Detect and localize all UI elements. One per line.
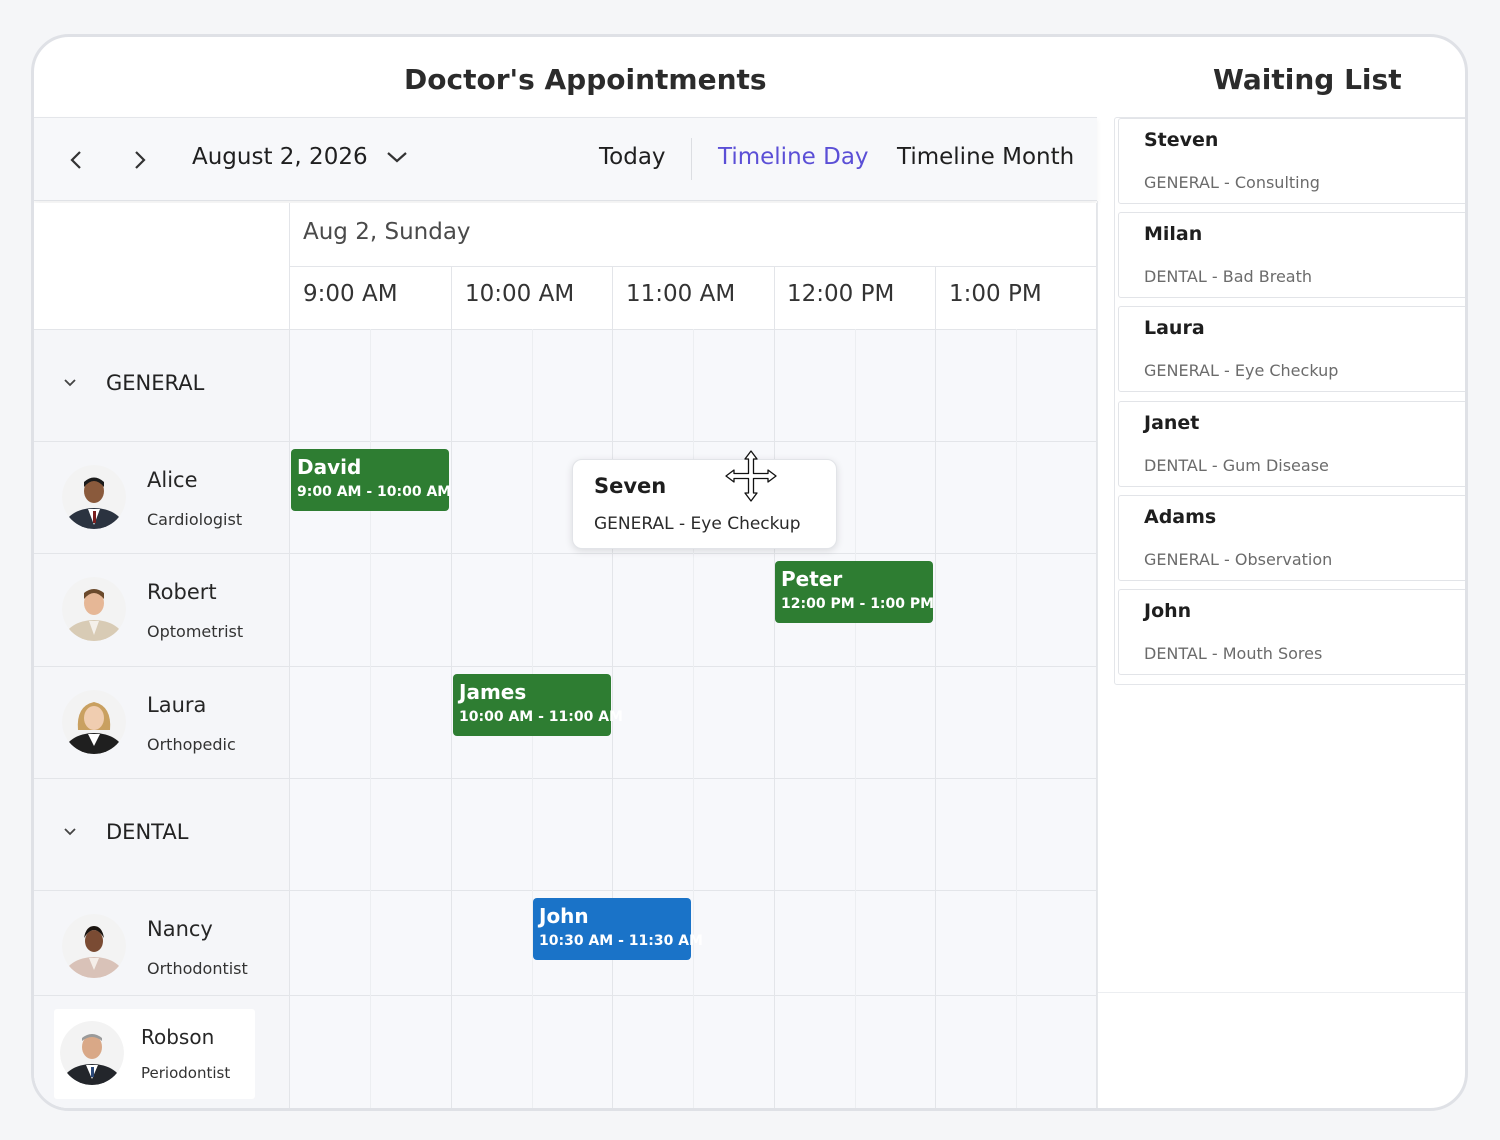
waiting-list-item[interactable]: Janet DENTAL - Gum Disease: [1118, 401, 1465, 487]
group-label: DENTAL: [106, 820, 189, 844]
waiting-patient-reason: DENTAL - Mouth Sores: [1144, 644, 1323, 663]
waiting-patient-reason: GENERAL - Consulting: [1144, 173, 1320, 192]
doctor-avatar: [62, 465, 126, 529]
appointment-james[interactable]: James 10:00 AM - 11:00 AM: [453, 674, 623, 736]
appointment-title: Peter: [781, 567, 843, 591]
appointment-john[interactable]: John 10:30 AM - 11:30 AM: [533, 898, 703, 960]
doctor-specialty: Optometrist: [147, 622, 244, 641]
date-header: Aug 2, Sunday: [303, 219, 471, 245]
waiting-patient-reason: GENERAL - Observation: [1144, 550, 1333, 569]
doctor-specialty: Cardiologist: [147, 510, 243, 529]
panel-divider: [1098, 992, 1465, 993]
waiting-patient-reason: GENERAL - Eye Checkup: [1144, 361, 1339, 380]
waiting-patient-reason: DENTAL - Bad Breath: [1144, 267, 1313, 286]
waiting-list-item[interactable]: Steven GENERAL - Consulting: [1118, 118, 1465, 204]
appointment-title: James: [459, 680, 527, 704]
doctor-avatar: [62, 914, 126, 978]
waiting-patient-name: Janet: [1144, 412, 1200, 434]
waiting-list-item[interactable]: Laura GENERAL - Eye Checkup: [1118, 306, 1465, 392]
group-dental[interactable]: DENTAL: [62, 820, 188, 844]
appointment-david[interactable]: David 9:00 AM - 10:00 AM: [291, 449, 452, 511]
doctor-name: Nancy: [147, 917, 213, 941]
doctor-avatar: [62, 577, 126, 641]
dragging-appointment-card[interactable]: Seven GENERAL - Eye Checkup: [572, 459, 837, 549]
doctor-avatar: [60, 1021, 124, 1085]
chevron-down-icon: [386, 152, 407, 163]
doctor-name: Laura: [147, 693, 207, 717]
waiting-patient-name: Adams: [1144, 506, 1217, 528]
waiting-patient-name: Milan: [1144, 223, 1203, 245]
time-slot-label: 1:00 PM: [949, 281, 1042, 307]
time-slot-label: 10:00 AM: [465, 281, 575, 307]
scheduler-title: Doctor's Appointments: [404, 63, 767, 96]
app-window: Doctor's Appointments Waiting List Augus…: [31, 34, 1468, 1111]
doctor-specialty: Periodontist: [141, 1064, 231, 1082]
waiting-list-item[interactable]: John DENTAL - Mouth Sores: [1118, 589, 1465, 675]
today-button[interactable]: Today: [599, 144, 666, 170]
time-slot-label: 11:00 AM: [626, 281, 736, 307]
scheduler-toolbar: August 2, 2026 Today Timeline Day Timeli…: [34, 117, 1097, 201]
doctor-name: Alice: [147, 468, 198, 492]
appointment-time: 9:00 AM - 10:00 AM: [297, 484, 452, 500]
doctor-name: Robert: [147, 580, 217, 604]
date-picker-button[interactable]: August 2, 2026: [192, 144, 408, 170]
doctor-specialty: Orthopedic: [147, 735, 236, 754]
chevron-right-icon: [135, 151, 146, 169]
previous-date-button[interactable]: [58, 142, 94, 178]
appointment-time: 10:00 AM - 11:00 AM: [459, 709, 623, 725]
chevron-down-icon: [64, 379, 76, 387]
time-slot-label: 12:00 PM: [787, 281, 895, 307]
doctor-specialty: Orthodontist: [147, 959, 248, 978]
waiting-list-item[interactable]: Milan DENTAL - Bad Breath: [1118, 212, 1465, 298]
appointment-time: 10:30 AM - 11:30 AM: [539, 933, 703, 949]
dragging-description: GENERAL - Eye Checkup: [594, 514, 801, 534]
waiting-patient-name: John: [1144, 600, 1192, 622]
appointment-title: David: [297, 455, 362, 479]
tab-timeline-month[interactable]: Timeline Month: [897, 144, 1074, 170]
current-date-label: August 2, 2026: [192, 144, 368, 170]
chevron-left-icon: [70, 151, 81, 169]
chevron-down-icon: [64, 828, 76, 836]
dragging-name: Seven: [594, 474, 667, 498]
next-date-button[interactable]: [122, 142, 158, 178]
group-general[interactable]: GENERAL: [62, 371, 204, 395]
group-label: GENERAL: [106, 371, 205, 395]
waiting-list-title: Waiting List: [1213, 63, 1402, 96]
timeline-grid: Aug 2, Sunday 9:00 AM 10:00 AM 11:00 AM …: [34, 203, 1097, 1108]
time-slot-label: 9:00 AM: [303, 281, 398, 307]
appointment-time: 12:00 PM - 1:00 PM: [781, 596, 935, 612]
waiting-patient-reason: DENTAL - Gum Disease: [1144, 456, 1329, 475]
waiting-patient-name: Laura: [1144, 317, 1205, 339]
appointment-peter[interactable]: Peter 12:00 PM - 1:00 PM: [775, 561, 935, 623]
doctor-name: Robson: [141, 1025, 215, 1049]
panel-divider: [1097, 201, 1098, 1108]
waiting-list-item[interactable]: Adams GENERAL - Observation: [1118, 495, 1465, 581]
waiting-patient-name: Steven: [1144, 129, 1219, 151]
doctor-avatar: [62, 690, 126, 754]
appointment-title: John: [539, 904, 589, 928]
tab-timeline-day[interactable]: Timeline Day: [718, 144, 869, 170]
toolbar-divider: [691, 138, 692, 180]
move-cursor-icon: [725, 450, 777, 502]
